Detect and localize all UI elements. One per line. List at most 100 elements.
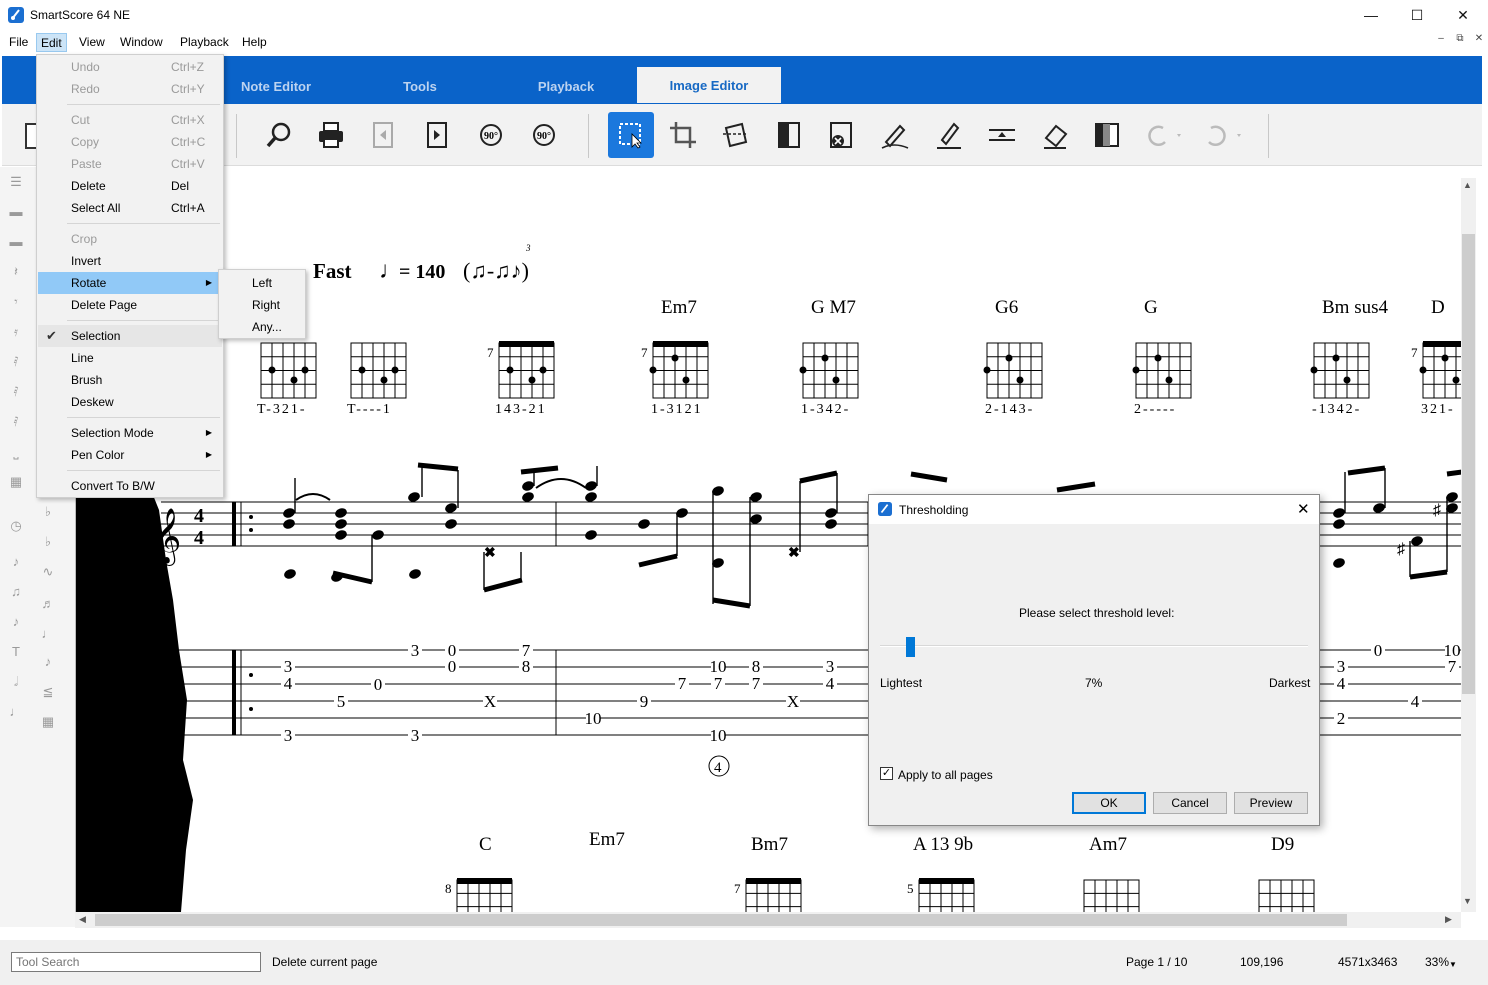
beam-icon[interactable]: ♬	[40, 595, 56, 613]
note-tie	[535, 478, 587, 489]
menu-convert-bw[interactable]: Convert To B/W	[38, 475, 222, 497]
menu-file[interactable]: File	[5, 33, 32, 52]
rotate-left-90-icon[interactable]: 90°	[468, 112, 514, 158]
threshold-icon[interactable]	[1084, 112, 1130, 158]
menu-rotate[interactable]: Rotate ▶	[38, 272, 222, 294]
menu-selection-mode[interactable]: Selection Mode ▶	[38, 422, 222, 444]
tab-fret-number: 4	[1411, 692, 1420, 711]
pen-line-icon[interactable]	[872, 112, 918, 158]
zoom-dropdown-icon[interactable]: ▼	[1449, 960, 1457, 969]
print-icon[interactable]	[308, 112, 354, 158]
eraser-icon[interactable]	[1032, 112, 1078, 158]
next-page-icon[interactable]	[414, 112, 460, 158]
rest-128-icon[interactable]: 𝅀	[8, 413, 24, 431]
tab-playback[interactable]: Playback	[496, 68, 636, 104]
menu-line[interactable]: Line	[38, 347, 222, 369]
quarter-rest-icon[interactable]: 𝄽	[8, 263, 24, 281]
menu-selection[interactable]: ✔ Selection	[38, 325, 222, 347]
horizontal-scroll-thumb[interactable]	[95, 914, 1347, 926]
scroll-down-icon[interactable]: ▼	[1463, 896, 1472, 906]
rotate-right-90-icon[interactable]: 90°	[521, 112, 567, 158]
vertical-scrollbar[interactable]: ▲ ▼	[1461, 178, 1476, 912]
rotate-any-item[interactable]: Any...	[252, 320, 282, 334]
menu-deskew[interactable]: Deskew	[38, 391, 222, 413]
menu-playback[interactable]: Playback	[176, 33, 233, 52]
measure-icon[interactable]: ⎵	[8, 443, 24, 461]
selection-tool-icon[interactable]	[608, 112, 654, 158]
cancel-button[interactable]: Cancel	[1153, 792, 1227, 814]
menu-select-all[interactable]: Select All Ctrl+A	[38, 197, 222, 219]
keyboard-icon[interactable]: ▦	[8, 473, 24, 491]
brush-icon[interactable]	[926, 112, 972, 158]
quarter-note-icon[interactable]: ♩	[40, 625, 56, 643]
rest-64-icon[interactable]: 𝅀	[8, 383, 24, 401]
treble-clef-icon: 𝄞	[153, 509, 181, 566]
note-beam	[1056, 481, 1096, 493]
scroll-up-icon[interactable]: ▲	[1463, 180, 1472, 190]
close-icon[interactable]: ✕	[1440, 0, 1486, 30]
horizontal-line-icon[interactable]	[979, 112, 1025, 158]
chord-diagram: 7 143-21	[487, 341, 555, 417]
crop-icon[interactable]	[660, 112, 706, 158]
minimize-icon[interactable]: —	[1348, 0, 1394, 30]
tool-search-input[interactable]	[11, 952, 261, 972]
dialog-close-icon[interactable]: ✕	[1297, 500, 1310, 518]
menu-delete[interactable]: Delete Del	[38, 175, 222, 197]
menu-edit[interactable]: Edit	[36, 33, 67, 52]
clock-note-icon[interactable]: ◷	[8, 517, 24, 535]
mdi-restore-icon[interactable]: ⧉	[1452, 33, 1468, 47]
rest-32-icon[interactable]: 𝅀	[8, 353, 24, 371]
maximize-icon[interactable]: ☐	[1394, 0, 1440, 30]
menu-delete-page[interactable]: Delete Page	[38, 294, 222, 316]
half-note-icon[interactable]: 𝅗𝅥	[8, 673, 24, 691]
threshold-slider-track[interactable]	[880, 645, 1308, 647]
note-icon[interactable]: ♩	[8, 703, 24, 721]
mdi-close-icon[interactable]: ✕	[1471, 33, 1487, 47]
threshold-slider-thumb[interactable]	[905, 637, 915, 657]
rotate-left-item[interactable]: Left	[252, 276, 272, 290]
mdi-minimize-icon[interactable]: –	[1433, 33, 1449, 47]
scroll-right-icon[interactable]: ▶	[1445, 914, 1452, 925]
slur-icon[interactable]: ∿	[40, 563, 56, 581]
tab-note-editor[interactable]: Note Editor	[206, 68, 346, 104]
dynamic-icon[interactable]: ≦	[40, 683, 56, 701]
menu-brush[interactable]: Brush	[38, 369, 222, 391]
ok-button[interactable]: OK	[1072, 792, 1146, 814]
apply-all-checkbox[interactable]: ✓	[880, 767, 893, 780]
flat-icon-2[interactable]: ♭	[40, 533, 56, 551]
flag-note-icon[interactable]: ♪	[40, 653, 56, 671]
scroll-left-icon[interactable]: ◀	[79, 914, 86, 925]
flat-icon[interactable]: ♭	[40, 503, 56, 521]
text-tool-icon[interactable]: T	[8, 643, 24, 661]
sixteenth-rest-icon[interactable]: 𝄿	[8, 323, 24, 341]
eighth-rest-icon[interactable]: 𝄾	[8, 293, 24, 311]
tab-tools[interactable]: Tools	[352, 68, 488, 104]
preview-button[interactable]: Preview	[1234, 792, 1308, 814]
note-head	[825, 519, 837, 529]
eighth-note-icon[interactable]: ♪	[8, 613, 24, 631]
grace-note-icon[interactable]: ♪	[8, 553, 24, 571]
vertical-scroll-thumb[interactable]	[1462, 234, 1475, 694]
menu-help[interactable]: Help	[238, 33, 271, 52]
delete-page-icon[interactable]	[818, 112, 864, 158]
tab-image-editor[interactable]: Image Editor	[637, 67, 781, 103]
note-head	[283, 508, 295, 518]
horizontal-scrollbar[interactable]: ◀ ▶	[75, 912, 1461, 928]
zoom-icon[interactable]	[256, 112, 302, 158]
menu-view[interactable]: View	[75, 33, 109, 52]
menu-window[interactable]: Window	[116, 33, 167, 52]
deskew-icon[interactable]	[712, 112, 758, 158]
invert-icon[interactable]	[766, 112, 812, 158]
staff-icon[interactable]: ☰	[8, 173, 24, 191]
slider-min-label: Lightest	[880, 676, 923, 690]
half-rest-icon[interactable]: ▬	[8, 233, 24, 251]
whole-rest-icon[interactable]: ▬	[8, 203, 24, 221]
chord-name: Bm sus4	[1322, 297, 1388, 318]
apply-all-label: Apply to all pages	[898, 768, 993, 782]
menu-invert[interactable]: Invert	[38, 250, 222, 272]
grid-icon[interactable]: ▦	[40, 713, 56, 731]
zoom-level[interactable]: 33%	[1425, 955, 1449, 969]
menu-pen-color[interactable]: Pen Color ▶	[38, 444, 222, 466]
tie-icon[interactable]: ♫	[8, 583, 24, 601]
rotate-right-item[interactable]: Right	[252, 298, 280, 312]
